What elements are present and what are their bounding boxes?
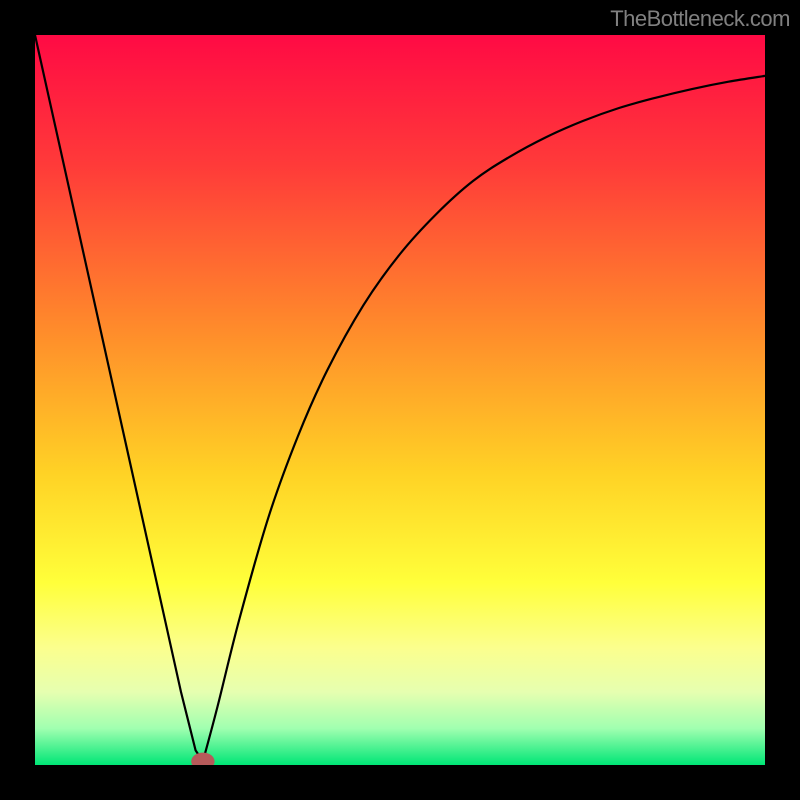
gradient-background <box>35 35 765 765</box>
plot-area <box>35 35 765 765</box>
chart-frame: TheBottleneck.com <box>0 0 800 800</box>
chart-svg <box>35 35 765 765</box>
attribution-text: TheBottleneck.com <box>610 6 790 32</box>
